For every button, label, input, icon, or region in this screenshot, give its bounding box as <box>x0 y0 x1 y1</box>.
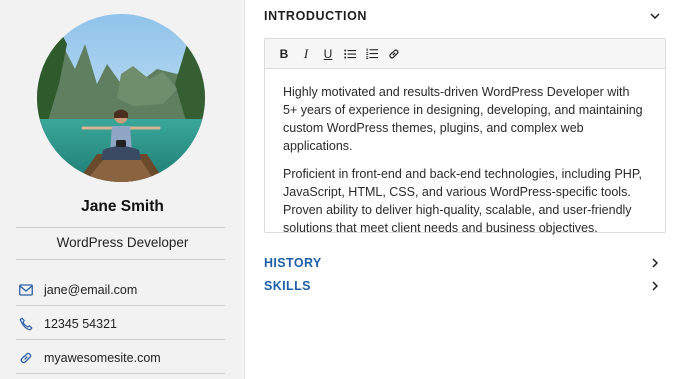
skills-section-toggle[interactable]: SKILLS <box>264 279 666 293</box>
chevron-right-icon[interactable] <box>648 256 662 270</box>
profile-sidebar: Jane Smith WordPress Developer jane@emai… <box>0 0 245 379</box>
history-title: HISTORY <box>264 256 322 270</box>
bullet-list-button[interactable] <box>339 43 361 65</box>
numbered-list-icon <box>366 48 378 59</box>
italic-button[interactable]: I <box>295 43 317 65</box>
profile-name: Jane Smith <box>81 198 164 215</box>
link-icon <box>17 349 35 367</box>
phone-icon <box>17 315 35 333</box>
intro-paragraph: Proficient in front-end and back-end tec… <box>283 167 643 235</box>
editor-toolbar: B I U <box>265 39 665 69</box>
divider <box>16 305 225 306</box>
introduction-header[interactable]: INTRODUCTION <box>264 9 666 23</box>
editor-content[interactable]: Highly motivated and results-driven Word… <box>265 69 665 237</box>
contact-phone[interactable]: 12345 54321 <box>16 309 225 339</box>
profile-role: WordPress Developer <box>56 235 189 250</box>
contact-website[interactable]: myawesomesite.com <box>16 343 225 373</box>
introduction-title: INTRODUCTION <box>264 9 368 23</box>
main-content: INTRODUCTION B I U Highly motivated and … <box>264 0 666 379</box>
skills-title: SKILLS <box>264 279 311 293</box>
link-button[interactable] <box>383 43 405 65</box>
divider <box>16 259 225 260</box>
email-text: jane@email.com <box>44 283 138 297</box>
contact-email[interactable]: jane@email.com <box>16 275 225 305</box>
mail-icon <box>17 281 35 299</box>
intro-paragraph: Highly motivated and results-driven Word… <box>283 85 643 153</box>
history-section-toggle[interactable]: HISTORY <box>264 256 666 270</box>
divider <box>16 339 225 340</box>
link-icon <box>389 48 399 59</box>
profile-photo <box>37 14 205 182</box>
bullet-list-icon <box>344 49 356 58</box>
chevron-down-icon[interactable] <box>648 9 662 23</box>
phone-text: 12345 54321 <box>44 317 117 331</box>
divider <box>16 227 225 228</box>
divider <box>16 373 225 374</box>
bold-button[interactable]: B <box>273 43 295 65</box>
website-text: myawesomesite.com <box>44 351 161 365</box>
numbered-list-button[interactable] <box>361 43 383 65</box>
introduction-editor[interactable]: B I U Highly motivated and results-drive… <box>264 38 666 235</box>
chevron-right-icon[interactable] <box>648 279 662 293</box>
underline-button[interactable]: U <box>317 43 339 65</box>
